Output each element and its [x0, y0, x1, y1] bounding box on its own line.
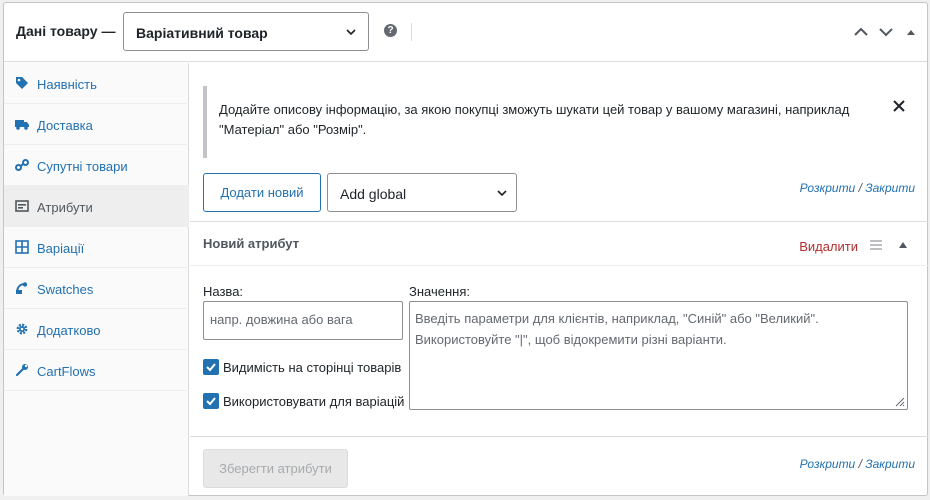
- product-type-value: Варіативний товар: [136, 25, 268, 41]
- chevron-down-icon: [346, 29, 356, 36]
- remove-attribute-link[interactable]: Видалити: [799, 239, 858, 254]
- sidebar-item-label: Swatches: [37, 282, 94, 297]
- info-notice: Додайте описову інформацію, за якою поку…: [203, 86, 915, 158]
- used-for-variations-checkbox[interactable]: [203, 393, 219, 409]
- attribute-values-textarea[interactable]: Введіть параметри для клієнтів, наприкла…: [409, 301, 908, 410]
- add-global-value: Add global: [340, 186, 407, 202]
- expand-collapse-links-bottom: Розкрити / Закрити: [800, 457, 915, 471]
- move-up-icon[interactable]: [853, 25, 869, 39]
- notice-text: Додайте описову інформацію, за якою поку…: [219, 102, 850, 137]
- expand-collapse-links: Розкрити / Закрити: [800, 181, 915, 195]
- used-for-variations-label: Використовувати для варіацій: [223, 394, 405, 409]
- product-type-select[interactable]: Варіативний товар: [123, 12, 369, 51]
- swatches-icon: [16, 282, 28, 294]
- product-data-header: Дані товару — Варіативний товар ?: [4, 3, 927, 62]
- sidebar-item-swatches[interactable]: Swatches: [4, 268, 189, 309]
- wrench-icon: [15, 364, 28, 377]
- sidebar-item-label: Атрибути: [37, 200, 93, 215]
- chevron-down-icon: [497, 190, 507, 197]
- attribute-title: Новий атрибут: [203, 236, 300, 251]
- expand-all-link[interactable]: Розкрити: [800, 181, 856, 195]
- links-separator: /: [858, 457, 862, 471]
- move-down-icon[interactable]: [878, 25, 894, 39]
- list-icon: [15, 200, 29, 212]
- drag-handle-icon[interactable]: [870, 240, 882, 250]
- header-divider: [411, 23, 412, 41]
- resize-handle-icon[interactable]: [893, 395, 905, 407]
- add-new-attribute-button[interactable]: Додати новий: [203, 173, 321, 212]
- sidebar-item-label: CartFlows: [37, 364, 96, 379]
- attribute-name-label: Назва:: [203, 284, 244, 299]
- close-icon[interactable]: [893, 100, 905, 112]
- sidebar-item-shipping[interactable]: Доставка: [4, 104, 189, 145]
- expand-all-link[interactable]: Розкрити: [800, 457, 856, 471]
- add-global-attribute-select[interactable]: Add global: [327, 173, 517, 212]
- collapse-all-link[interactable]: Закрити: [865, 181, 915, 195]
- sidebar-item-label: Додатково: [37, 323, 101, 338]
- grid-icon: [15, 240, 29, 254]
- collapse-all-link[interactable]: Закрити: [865, 457, 915, 471]
- sidebar-item-label: Варіації: [37, 241, 85, 256]
- visible-on-product-page-checkbox[interactable]: [203, 359, 219, 375]
- save-attributes-button[interactable]: Зберегти атрибути: [203, 449, 348, 488]
- sidebar-item-inventory[interactable]: Наявність: [4, 63, 189, 104]
- sidebar-item-label: Доставка: [37, 118, 93, 133]
- product-data-title: Дані товару —: [16, 23, 116, 39]
- toggle-attribute-icon[interactable]: [898, 241, 908, 249]
- sidebar-item-variations[interactable]: Варіації: [4, 227, 189, 268]
- sidebar-item-label: Наявність: [37, 77, 97, 92]
- visible-on-product-page-label: Видимість на сторінці товарів: [223, 360, 402, 375]
- tag-icon: [16, 77, 28, 89]
- product-data-panel: Дані товару — Варіативний товар ? Наявні…: [3, 2, 928, 496]
- gear-icon: [16, 323, 28, 335]
- sidebar-item-linked-products[interactable]: Супутні товари: [4, 145, 189, 186]
- sidebar-item-advanced[interactable]: Додатково: [4, 309, 189, 350]
- truck-icon: [15, 120, 29, 130]
- values-placeholder: Введіть параметри для клієнтів, наприкла…: [415, 311, 819, 347]
- help-icon[interactable]: ?: [384, 24, 397, 37]
- collapse-toggle-icon[interactable]: [906, 25, 916, 39]
- attributes-panel: Додайте описову інформацію, за якою поку…: [190, 63, 928, 496]
- sidebar-item-attributes[interactable]: Атрибути: [4, 186, 189, 227]
- attribute-header[interactable]: Новий атрибут Видалити: [190, 222, 928, 266]
- sidebar-item-label: Супутні товари: [37, 159, 128, 174]
- attribute-name-input[interactable]: напр. довжина або вага: [203, 301, 403, 340]
- attribute-values-label: Значення:: [409, 284, 470, 299]
- link-icon: [15, 159, 29, 171]
- product-data-tabs: Наявність Доставка Супутні товари Атрибу…: [4, 63, 189, 496]
- sidebar-item-cartflows[interactable]: CartFlows: [4, 350, 189, 391]
- links-separator: /: [858, 181, 862, 195]
- attribute-item: Новий атрибут Видалити Назва: Значення: …: [190, 221, 928, 437]
